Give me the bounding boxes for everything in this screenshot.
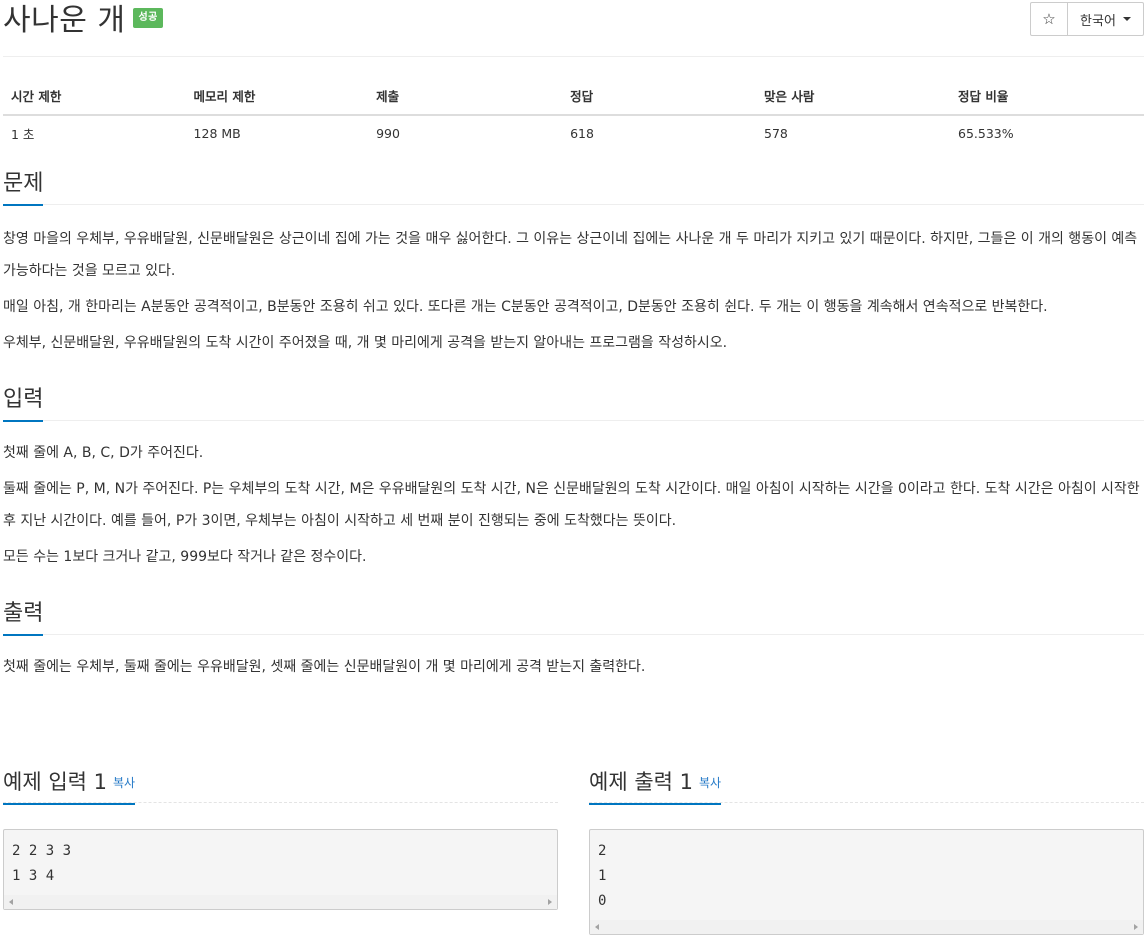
sample-input-title-text: 예제 입력 1 — [3, 770, 107, 794]
copy-sample-output-button[interactable]: 복사 — [699, 776, 721, 790]
star-icon: ☆ — [1042, 10, 1056, 28]
sample-input-title: 예제 입력 1 복사 — [3, 766, 136, 805]
info-value: 128 MB — [193, 126, 241, 141]
sample-input-1: 예제 입력 1 복사 2 2 3 3 1 3 4 — [3, 765, 558, 935]
info-header: 시간 제한 — [3, 77, 186, 116]
sample-output-code[interactable]: 2 1 0 — [589, 829, 1144, 935]
sample-input-headline: 예제 입력 1 복사 — [3, 765, 558, 805]
scroll-right-icon[interactable] — [548, 899, 552, 905]
sample-output-content: 2 1 0 — [598, 843, 607, 909]
problem-info-table: 시간 제한 메모리 제한 제출 정답 맞은 사람 정답 비율 1 초 128 M… — [3, 77, 1144, 151]
language-label: 한국어 — [1080, 13, 1116, 29]
problem-header: 사나운 개 성공 ☆ 한국어 — [3, 0, 1144, 57]
sample-output-1: 예제 출력 1 복사 2 1 0 — [589, 765, 1144, 935]
language-dropdown[interactable]: 한국어 — [1068, 2, 1144, 36]
problem-page: 사나운 개 성공 ☆ 한국어 시간 제한 메모리 제한 제출 정답 맞은 사람 정… — [0, 0, 1148, 951]
info-header: 정답 — [562, 77, 757, 116]
info-header-row: 시간 제한 메모리 제한 제출 정답 맞은 사람 정답 비율 — [3, 77, 1144, 116]
star-button[interactable]: ☆ — [1030, 2, 1068, 36]
info-header: 정답 비율 — [950, 77, 1144, 116]
info-header: 제출 — [368, 77, 563, 116]
problem-input: 첫째 줄에 A, B, C, D가 주어진다. 둘째 줄에는 P, M, N가 … — [3, 437, 1144, 573]
description-paragraph: 창영 마을의 우체부, 우유배달원, 신문배달원은 상근이네 집에 가는 것을 … — [3, 231, 1138, 279]
input-paragraph: 둘째 줄에는 P, M, N가 주어진다. P는 우체부의 도착 시간, M은 … — [3, 481, 1140, 529]
problem-description: 창영 마을의 우체부, 우유배달원, 신문배달원은 상근이네 집에 가는 것을 … — [3, 223, 1144, 359]
input-headline: 입력 — [3, 383, 1144, 422]
section-title: 문제 — [3, 168, 44, 206]
info-value: 990 — [376, 126, 400, 141]
status-badge: 성공 — [133, 7, 163, 28]
output-paragraph: 첫째 줄에는 우체부, 둘째 줄에는 우유배달원, 셋째 줄에는 신문배달원이 … — [3, 659, 646, 675]
output-headline: 출력 — [3, 597, 1144, 636]
samples-row: 예제 입력 1 복사 2 2 3 3 1 3 4 예제 출력 1 복사 2 1 0 — [3, 765, 1144, 935]
section-title: 입력 — [3, 384, 44, 422]
problem-output: 첫째 줄에는 우체부, 둘째 줄에는 우유배달원, 셋째 줄에는 신문배달원이 … — [3, 651, 1144, 683]
info-value: 1 초 — [11, 127, 35, 142]
scroll-right-icon[interactable] — [1134, 924, 1138, 930]
scroll-left-icon[interactable] — [595, 924, 599, 930]
info-value-row: 1 초 128 MB 990 618 578 65.533% — [3, 115, 1144, 151]
info-value: 618 — [570, 126, 594, 141]
input-paragraph: 모든 수는 1보다 크거나 같고, 999보다 작거나 같은 정수이다. — [3, 549, 367, 565]
description-paragraph: 우체부, 신문배달원, 우유배달원의 도착 시간이 주어졌을 때, 개 몇 마리… — [3, 335, 728, 351]
section-title: 출력 — [3, 598, 44, 636]
info-value: 65.533% — [958, 126, 1014, 141]
sample-input-content: 2 2 3 3 1 3 4 — [12, 843, 72, 884]
sample-output-headline: 예제 출력 1 복사 — [589, 765, 1144, 805]
horizontal-scrollbar[interactable] — [4, 895, 557, 909]
description-headline: 문제 — [3, 167, 1144, 206]
sample-output-title: 예제 출력 1 복사 — [589, 766, 722, 805]
info-header: 메모리 제한 — [185, 77, 369, 116]
info-header: 맞은 사람 — [756, 77, 950, 116]
chevron-down-icon — [1122, 17, 1131, 21]
description-paragraph: 매일 아침, 개 한마리는 A분동안 공격적이고, B분동안 조용히 쉬고 있다… — [3, 299, 1048, 315]
header-button-group: ☆ 한국어 — [1030, 2, 1144, 36]
page-title: 사나운 개 성공 — [3, 1, 163, 41]
info-value: 578 — [764, 126, 788, 141]
sample-input-code[interactable]: 2 2 3 3 1 3 4 — [3, 829, 558, 910]
scroll-left-icon[interactable] — [9, 899, 13, 905]
problem-title: 사나운 개 — [3, 3, 126, 38]
horizontal-scrollbar[interactable] — [590, 920, 1143, 934]
input-paragraph: 첫째 줄에 A, B, C, D가 주어진다. — [3, 445, 204, 461]
copy-sample-input-button[interactable]: 복사 — [113, 776, 135, 790]
sample-output-title-text: 예제 출력 1 — [589, 770, 693, 794]
